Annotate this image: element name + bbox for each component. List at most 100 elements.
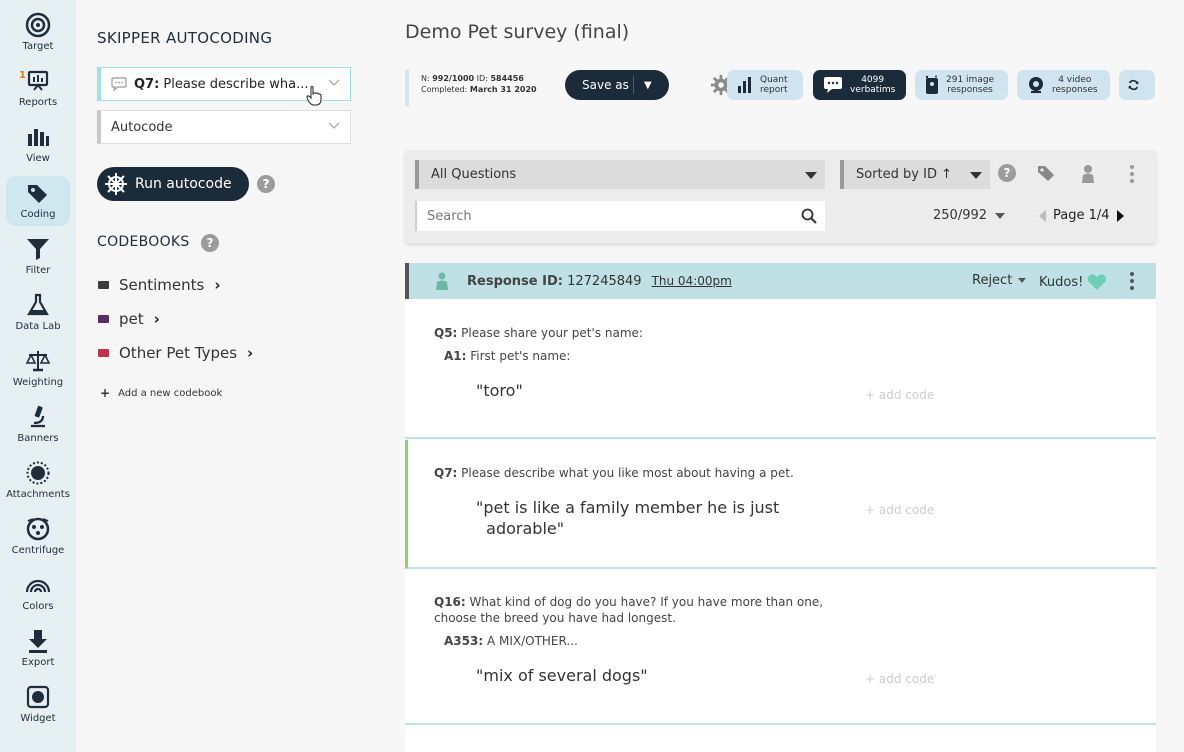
nav-view[interactable]: View [6,120,70,170]
question-body: Please share your pet's name: [457,326,643,340]
kudos-button[interactable]: Kudos! [1039,273,1107,291]
save-as-button[interactable]: Save as ▼ [565,70,669,100]
reports-icon [27,70,49,91]
codebook-item[interactable]: Other Pet Types › [98,344,253,362]
pill-line2: verbatims [850,85,896,95]
nav-attachments[interactable]: Attachments [6,456,70,506]
add-codebook-link[interactable]: + Add a new codebook [100,386,222,400]
chevron-right-icon: › [247,344,254,362]
nav-widget[interactable]: Widget [6,680,70,730]
nav-filter[interactable]: Filter [6,232,70,282]
answer-option: A353: A MIX/OTHER... [444,634,578,648]
question-select-text: Please describe wha... [159,76,309,92]
question-text: Q16: What kind of dog do you have? If yo… [434,594,823,626]
folder-icon [98,315,109,323]
ship-wheel-icon [105,173,127,195]
person-icon[interactable] [1080,164,1096,184]
nav-coding[interactable]: Coding [6,176,70,226]
nav-label: View [26,153,50,164]
answer-option: A1: First pet's name: [444,349,570,363]
pill-line2: responses [1052,85,1098,95]
bar-chart-icon [738,77,751,93]
nav-label: Banners [17,433,59,444]
questions-select[interactable]: All Questions [415,160,825,189]
nav-data-lab[interactable]: Data Lab [6,288,70,338]
verbatims-button[interactable]: 4099 verbatims [813,70,906,100]
codebook-item[interactable]: pet › [98,310,160,328]
mode-select[interactable]: Autocode [97,110,351,144]
search-field[interactable] [415,201,825,231]
add-code-link[interactable]: + add code [865,503,934,517]
question-text: Q7: Please describe what you like most a… [434,465,794,481]
scale-icon [25,351,51,372]
video-responses-button[interactable]: 4 video responses [1017,70,1110,100]
nav-label: Attachments [6,489,70,500]
nav-colors[interactable]: Colors [6,568,70,618]
attachments-icon [26,461,50,485]
nav-label: Centrifuge [11,545,65,556]
response-time[interactable]: Thu 04:00pm [652,274,732,288]
reject-label: Reject [972,273,1013,288]
chevron-down-icon [328,122,340,129]
caret-down-icon [995,212,1006,219]
help-icon[interactable]: ? [998,164,1016,182]
answer-label: A1: [444,349,467,363]
quant-report-button[interactable]: Quant report [727,70,803,100]
results-count[interactable]: 250/992 [933,208,1006,223]
caret-down-icon [970,172,982,179]
nav-banners[interactable]: Banners [6,400,70,450]
search-icon[interactable] [801,208,817,224]
panel-title: SKIPPER AUTOCODING [97,29,273,47]
search-input[interactable] [427,208,787,224]
pill-line1: 291 image [946,75,995,85]
nav-target[interactable]: Target [6,8,70,58]
refresh-button[interactable] [1119,70,1155,100]
caret-down-icon [1018,278,1027,283]
questions-select-value: All Questions [431,167,517,182]
run-autocode-button[interactable]: Run autocode [97,167,249,201]
nav-label: Colors [22,601,54,612]
verbatim-line: "pet is like a family member he is just [476,498,780,517]
more-vertical-icon[interactable] [1129,271,1135,291]
save-as-dropdown[interactable]: ▼ [634,80,652,91]
main-content: Demo Pet survey (final) N: 992/1000 ID: … [375,0,1184,752]
more-vertical-icon[interactable] [1129,164,1135,184]
speech-bubble-icon [824,77,842,93]
question-body: choose the breed you have had longest. [434,611,676,625]
flask-icon [27,293,49,316]
toolbar: N: 992/1000 ID: 584456 Completed: March … [405,70,1165,106]
response-card: Q16: What kind of dog do you have? If yo… [405,570,1156,725]
pill-line1: 4 video [1058,75,1092,85]
image-icon [925,75,938,94]
nav-weighting[interactable]: Weighting [6,344,70,394]
hand-cursor-icon [306,86,322,106]
tag-icon[interactable] [1037,164,1055,182]
image-responses-button[interactable]: 291 image responses [915,70,1008,100]
question-body: What kind of dog do you have? If you hav… [465,595,824,609]
codebook-name: Other Pet Types [119,344,238,362]
nav-reports[interactable]: 1 Reports [6,64,70,114]
kudos-label: Kudos! [1039,274,1084,290]
nav-centrifuge[interactable]: Centrifuge [6,512,70,562]
codebook-name: Sentiments [119,276,205,294]
nav-label: Data Lab [15,321,61,332]
nav-label: Filter [25,265,51,276]
prev-page-icon[interactable] [1039,209,1046,222]
nav-export[interactable]: Export [6,624,70,674]
answer-body: First pet's name: [466,349,571,363]
n-value: 992/1000 [432,74,475,83]
add-code-link[interactable]: + add code [865,388,934,402]
help-icon[interactable]: ? [257,175,275,193]
codebook-item[interactable]: Sentiments › [98,276,221,294]
save-as-label: Save as [582,78,629,92]
sort-select[interactable]: Sorted by ID ↑ [840,160,990,189]
help-icon[interactable]: ? [201,234,219,252]
completed-label: Completed: [421,85,468,94]
reject-dropdown[interactable]: Reject [972,273,1027,288]
nav-label: Reports [18,97,58,108]
pill-line1: Quant [760,75,788,85]
add-code-link[interactable]: + add code [865,672,934,686]
next-page-icon[interactable] [1116,209,1124,222]
verbatim-response: "pet is like a family member he is just … [476,497,779,539]
filter-icon [27,239,49,260]
